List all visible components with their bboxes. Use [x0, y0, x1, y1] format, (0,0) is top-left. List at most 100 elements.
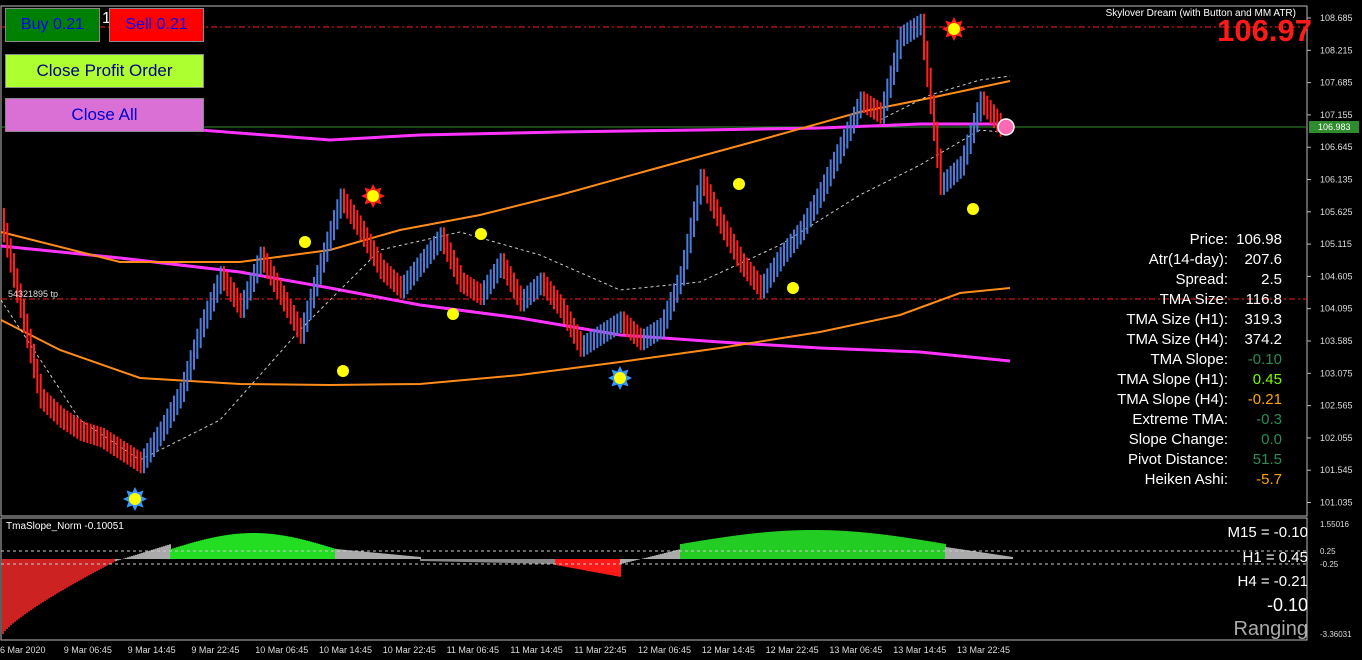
histogram-bar — [808, 530, 810, 559]
histogram-bar — [979, 552, 981, 559]
price-tick: 104.095 — [1320, 304, 1353, 314]
close-profit-order-button[interactable]: Close Profit Order — [5, 54, 204, 88]
close-all-button[interactable]: Close All — [5, 98, 204, 132]
slope-value: -0.10 — [1266, 595, 1308, 615]
histogram-bar — [552, 559, 554, 564]
histogram-bar — [100, 559, 102, 569]
slope-tick: -3.36031 — [1320, 630, 1352, 639]
histogram-bar — [147, 551, 149, 559]
time-tick: 11 Mar 22:45 — [574, 645, 626, 655]
histogram-bar — [486, 559, 488, 563]
histogram-bar — [377, 552, 379, 559]
histogram-bar — [375, 552, 377, 559]
histogram-bar — [298, 538, 300, 559]
histogram-bar — [70, 559, 72, 586]
histogram-bar — [599, 559, 601, 574]
histogram-bar — [480, 559, 482, 563]
histogram-bar — [417, 556, 419, 559]
histogram-bar — [351, 550, 353, 559]
histogram-bar — [286, 536, 288, 559]
histogram-bar — [42, 559, 44, 603]
histogram-bar — [86, 559, 88, 577]
histogram-bar — [504, 559, 506, 563]
histogram-bar — [876, 533, 878, 559]
histogram-bar — [828, 530, 830, 559]
histogram-bar — [34, 559, 36, 608]
histogram-bar — [920, 539, 922, 559]
stat-row: TMA Size (H4): 374.2 — [1126, 331, 1282, 348]
histogram-bar — [638, 559, 640, 560]
histogram-bar — [110, 559, 112, 564]
stat-label: Atr(14-day): — [1148, 251, 1228, 268]
histogram-bar — [349, 550, 351, 559]
histogram-bar — [206, 538, 208, 559]
histogram-bar — [143, 552, 145, 559]
histogram-bar — [1009, 556, 1011, 559]
histogram-bar — [810, 530, 812, 559]
histogram-bar — [520, 559, 522, 564]
histogram-bar — [844, 530, 846, 559]
histogram-bar — [760, 532, 762, 559]
histogram-bar — [916, 539, 918, 559]
histogram-bar — [260, 533, 262, 559]
histogram-bar — [506, 559, 508, 563]
histogram-bar — [496, 559, 498, 563]
histogram-bar — [738, 535, 740, 559]
histogram-bar — [724, 537, 726, 559]
histogram-bar — [264, 533, 266, 559]
histogram-bar — [137, 554, 139, 559]
histogram-bar — [945, 547, 947, 559]
price-tick: 102.055 — [1320, 433, 1353, 443]
histogram-bar — [626, 559, 628, 563]
histogram-bar — [975, 551, 977, 559]
histogram-bar — [409, 555, 411, 559]
histogram-bar — [422, 559, 424, 562]
histogram-bar — [125, 557, 127, 559]
histogram-bar — [798, 530, 800, 559]
histogram-bar — [482, 559, 484, 563]
stat-row: TMA Size (H1): 319.3 — [1126, 311, 1282, 328]
price-tick: 107.155 — [1320, 110, 1353, 120]
histogram-bar — [76, 559, 78, 582]
stat-value: -5.7 — [1256, 471, 1282, 488]
histogram-bar — [282, 535, 284, 559]
histogram-bar — [940, 543, 942, 559]
histogram-bar — [347, 550, 349, 559]
histogram-bar — [196, 541, 198, 559]
stat-value: 374.2 — [1244, 331, 1282, 348]
histogram-bar — [792, 530, 794, 559]
buy-button[interactable]: Buy 0.21 — [5, 8, 100, 42]
sell-button[interactable]: Sell 0.21 — [109, 8, 204, 42]
histogram-bar — [926, 540, 928, 559]
stat-value: 0.45 — [1252, 371, 1282, 388]
histogram-bar — [290, 536, 292, 559]
histogram-bar — [420, 559, 422, 561]
histogram-bar — [514, 559, 516, 564]
pivot-dot-icon — [475, 228, 487, 240]
histogram-bar — [133, 555, 135, 559]
histogram-bar — [622, 559, 624, 564]
histogram-bar — [488, 559, 490, 563]
histogram-bar — [672, 551, 674, 559]
histogram-bar — [953, 548, 955, 559]
histogram-bar — [310, 541, 312, 559]
histogram-bar — [252, 533, 254, 559]
time-tick: 9 Mar 22:45 — [191, 645, 239, 655]
histogram-bar — [544, 559, 546, 564]
histogram-bar — [149, 550, 151, 559]
histogram-bar — [654, 555, 656, 559]
histogram-bar — [991, 553, 993, 559]
histogram-bar — [30, 559, 32, 611]
histogram-bar — [615, 559, 617, 577]
histogram-bar — [858, 531, 860, 559]
histogram-bar — [930, 541, 932, 559]
histogram-bar — [548, 559, 550, 564]
stat-value: -0.3 — [1256, 411, 1282, 428]
histogram-bar — [662, 553, 664, 559]
time-tick: 12 Mar 22:45 — [766, 645, 819, 655]
histogram-bar — [198, 540, 200, 559]
pivot-dot-icon — [337, 365, 349, 377]
histogram-bar — [397, 554, 399, 559]
histogram-bar — [141, 552, 143, 559]
histogram-bar — [26, 559, 28, 613]
